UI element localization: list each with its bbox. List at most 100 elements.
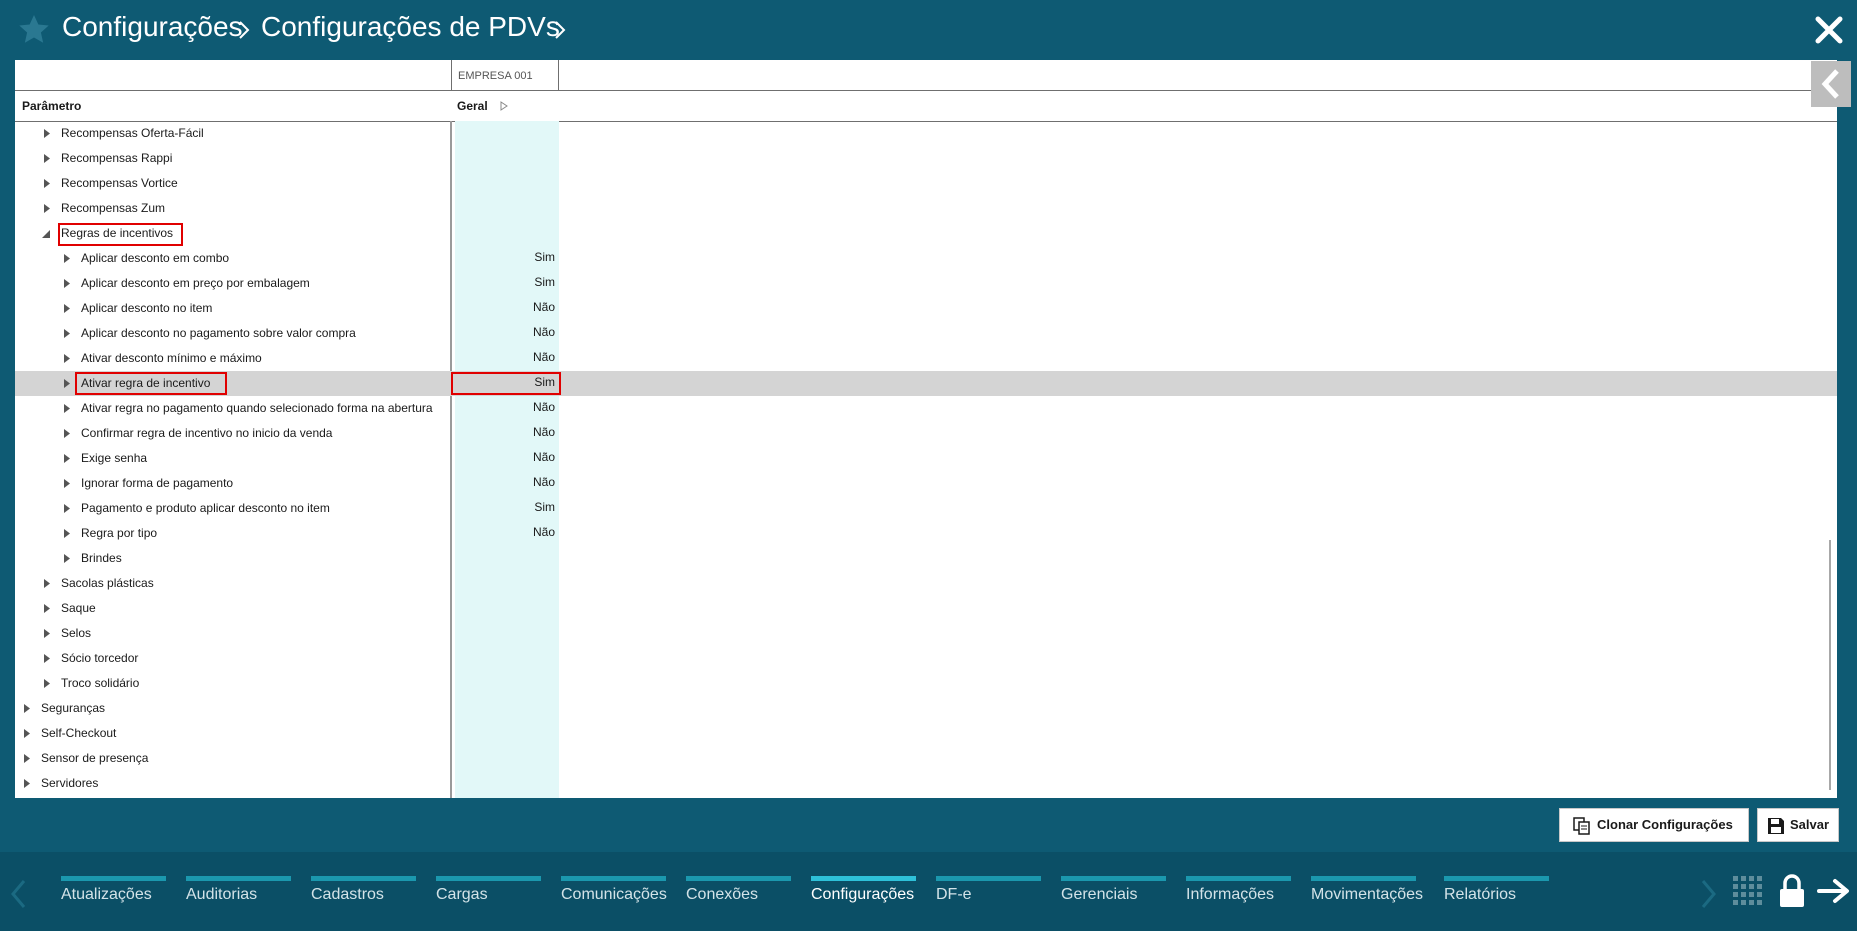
collapse-panel-tab[interactable]: [1811, 61, 1851, 107]
expand-arrow-icon[interactable]: [44, 629, 50, 638]
tree-row[interactable]: Aplicar desconto em preço por embalagem …: [15, 271, 1837, 296]
expand-right-icon[interactable]: [500, 101, 508, 111]
nav-item-cargas[interactable]: Cargas: [436, 852, 541, 931]
tree-row[interactable]: Self-Checkout: [15, 721, 1837, 746]
tree-row[interactable]: Selos: [15, 621, 1837, 646]
tree-row-value[interactable]: Não: [455, 300, 555, 314]
nav-item-auditorias[interactable]: Auditorias: [186, 852, 291, 931]
expand-arrow-icon[interactable]: [24, 779, 30, 788]
nav-item-informacoes[interactable]: Informações: [1186, 852, 1291, 931]
nav-item-gerenciais[interactable]: Gerenciais: [1061, 852, 1166, 931]
expand-arrow-icon[interactable]: [64, 254, 70, 263]
tree-row[interactable]: Aplicar desconto em combo Sim: [15, 246, 1837, 271]
expand-arrow-icon[interactable]: [44, 654, 50, 663]
expand-arrow-icon[interactable]: [64, 554, 70, 563]
nav-label: DF-e: [936, 886, 972, 903]
logout-arrow-icon[interactable]: [1817, 878, 1851, 904]
expand-arrow-icon[interactable]: [44, 179, 50, 188]
tree-row[interactable]: Ativar regra no pagamento quando selecio…: [15, 396, 1837, 421]
tree-row[interactable]: Saque: [15, 596, 1837, 621]
save-button[interactable]: Salvar: [1757, 808, 1839, 842]
expand-arrow-icon[interactable]: [64, 304, 70, 313]
tree-row-value[interactable]: Não: [455, 425, 555, 439]
expand-arrow-icon[interactable]: [24, 729, 30, 738]
breadcrumb-configuracoes[interactable]: Configurações: [62, 11, 243, 43]
expand-arrow-icon[interactable]: [64, 354, 70, 363]
tree-row-value[interactable]: Não: [455, 400, 555, 414]
expand-arrow-icon[interactable]: [24, 704, 30, 713]
expand-arrow-icon[interactable]: [44, 579, 50, 588]
tree-row-value[interactable]: Sim: [455, 500, 555, 514]
tree-row-regras-de-incentivos[interactable]: Regras de incentivos: [15, 221, 1837, 246]
expand-arrow-icon[interactable]: [64, 329, 70, 338]
tree-row-value[interactable]: Não: [455, 525, 555, 539]
expand-arrow-icon[interactable]: [24, 754, 30, 763]
tree-row[interactable]: Sócio torcedor: [15, 646, 1837, 671]
parameter-column-header[interactable]: Parâmetro: [22, 99, 81, 113]
tree-row[interactable]: Recompensas Zum: [15, 196, 1837, 221]
vertical-scrollbar[interactable]: [1829, 540, 1831, 790]
grid-menu-icon[interactable]: [1733, 876, 1763, 906]
tree-row-value[interactable]: Sim: [455, 275, 555, 289]
company-header-row: EMPRESA 001: [15, 60, 1837, 91]
breadcrumb-configuracoes-pdvs[interactable]: Configurações de PDVs: [261, 11, 560, 43]
nav-scroll-right-icon[interactable]: [1700, 878, 1718, 910]
expand-arrow-icon[interactable]: [44, 129, 50, 138]
tree-row-value[interactable]: Não: [455, 350, 555, 364]
tree-row[interactable]: Aplicar desconto no item Não: [15, 296, 1837, 321]
clone-configurations-button[interactable]: Clonar Configurações: [1559, 808, 1749, 842]
tree-row-label: Aplicar desconto no pagamento sobre valo…: [81, 326, 356, 340]
expand-arrow-icon[interactable]: [44, 204, 50, 213]
tree-row[interactable]: Pagamento e produto aplicar desconto no …: [15, 496, 1837, 521]
tree-row[interactable]: Regra por tipo Não: [15, 521, 1837, 546]
tree-row[interactable]: Ignorar forma de pagamento Não: [15, 471, 1837, 496]
expand-arrow-icon[interactable]: [44, 154, 50, 163]
geral-column-header[interactable]: Geral: [457, 99, 488, 113]
tree-row[interactable]: Sensor de presença: [15, 746, 1837, 771]
tree-row[interactable]: Brindes: [15, 546, 1837, 571]
tree-row[interactable]: Sacolas plásticas: [15, 571, 1837, 596]
tree-row[interactable]: Ativar desconto mínimo e máximo Não: [15, 346, 1837, 371]
tree-row-value[interactable]: Sim: [455, 250, 555, 264]
expand-arrow-icon[interactable]: [44, 604, 50, 613]
expand-arrow-icon[interactable]: [64, 379, 70, 388]
tree-row[interactable]: Exige senha Não: [15, 446, 1837, 471]
tree-row[interactable]: Recompensas Vortice: [15, 171, 1837, 196]
tree-row[interactable]: Recompensas Rappi: [15, 146, 1837, 171]
tree-row[interactable]: Confirmar regra de incentivo no inicio d…: [15, 421, 1837, 446]
nav-item-atualizacoes[interactable]: Atualizações: [61, 852, 166, 931]
close-icon[interactable]: [1813, 14, 1845, 46]
tree-row[interactable]: Troco solidário: [15, 671, 1837, 696]
tree-row[interactable]: Recompensas Oferta-Fácil: [15, 121, 1837, 146]
nav-item-comunicacoes[interactable]: Comunicações: [561, 852, 667, 931]
favorite-star-icon[interactable]: [16, 12, 52, 48]
expand-arrow-icon[interactable]: [64, 404, 70, 413]
expand-arrow-icon[interactable]: [64, 504, 70, 513]
expand-arrow-icon[interactable]: [64, 529, 70, 538]
tree-row-value[interactable]: Não: [455, 325, 555, 339]
nav-item-configuracoes[interactable]: Configurações: [811, 852, 916, 931]
nav-indicator: [561, 876, 666, 881]
collapse-arrow-icon[interactable]: [42, 230, 50, 238]
nav-item-dfe[interactable]: DF-e: [936, 852, 1041, 931]
tree-row[interactable]: Aplicar desconto no pagamento sobre valo…: [15, 321, 1837, 346]
nav-scroll-left-icon[interactable]: [9, 878, 27, 910]
nav-label: Auditorias: [186, 886, 258, 903]
nav-label: Informações: [1186, 886, 1275, 903]
expand-arrow-icon[interactable]: [64, 454, 70, 463]
nav-item-cadastros[interactable]: Cadastros: [311, 852, 416, 931]
lock-icon[interactable]: [1778, 874, 1806, 908]
tree-row-value[interactable]: Não: [455, 475, 555, 489]
tree-row[interactable]: Seguranças: [15, 696, 1837, 721]
expand-arrow-icon[interactable]: [44, 679, 50, 688]
tree-row[interactable]: Servidores: [15, 771, 1837, 796]
expand-arrow-icon[interactable]: [64, 429, 70, 438]
expand-arrow-icon[interactable]: [64, 279, 70, 288]
tree-row-label: Aplicar desconto no item: [81, 301, 213, 315]
nav-item-movimentacoes[interactable]: Movimentações: [1311, 852, 1426, 931]
tree-row-ativar-regra-de-incentivo[interactable]: Ativar regra de incentivo Sim: [15, 371, 1837, 396]
nav-item-conexoes[interactable]: Conexões: [686, 852, 791, 931]
tree-row-value[interactable]: Não: [455, 450, 555, 464]
nav-item-relatorios[interactable]: Relatórios: [1444, 852, 1549, 931]
expand-arrow-icon[interactable]: [64, 479, 70, 488]
